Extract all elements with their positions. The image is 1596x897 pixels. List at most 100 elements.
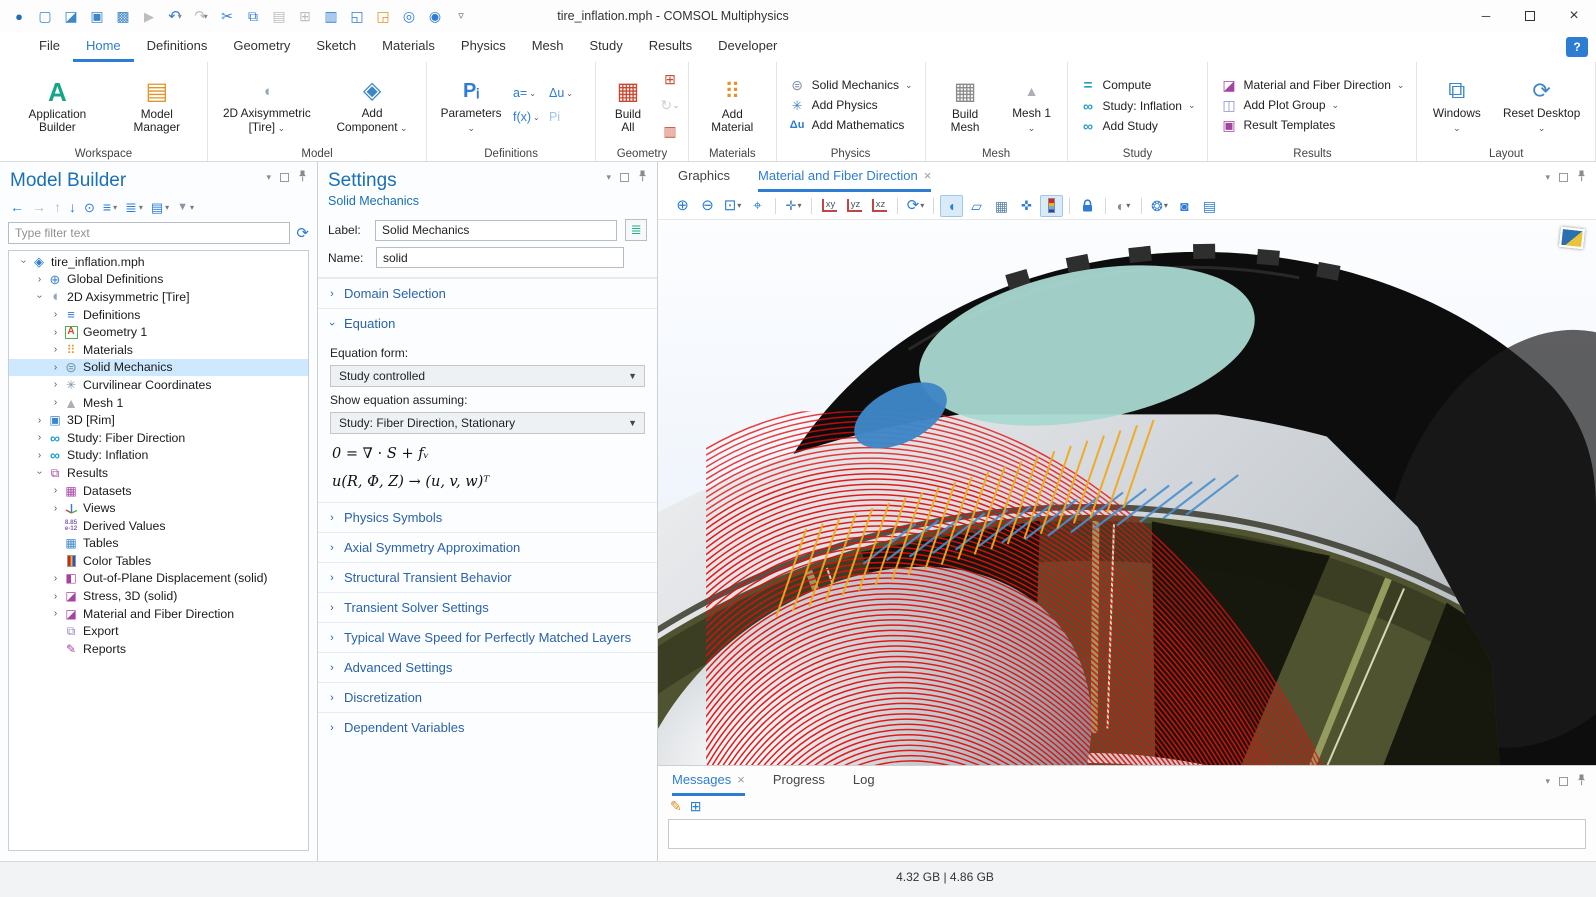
result-templates-button[interactable]: ▣Result Templates [1220, 118, 1404, 132]
add-component-button[interactable]: ◈Add Component ⌄ [323, 73, 421, 137]
messages-log[interactable] [668, 819, 1586, 849]
axis-button[interactable]: ✜ [1015, 195, 1038, 217]
add-plot-group-button[interactable]: ◫Add Plot Group⌄ [1220, 98, 1404, 112]
pin-icon[interactable] [298, 170, 307, 185]
panel-menu-icon[interactable]: ▾ [1545, 172, 1550, 183]
forward-button[interactable]: → [30, 198, 48, 216]
variables-button[interactable]: a=⌄ [513, 81, 549, 105]
parameter-case-button[interactable]: Pi [549, 105, 589, 129]
zoom-extents-button[interactable]: ⌖ [746, 195, 769, 217]
clear-button[interactable]: ✎ [670, 799, 682, 814]
view-xy-button[interactable]: xy [818, 195, 841, 217]
tree-item-study-inflation[interactable]: ›∞Study: Inflation [9, 447, 308, 465]
tree-item-geometry-1[interactable]: ›AGeometry 1 [9, 323, 308, 341]
view-yz-button[interactable]: yz [843, 195, 866, 217]
cut-button[interactable]: ✂ [214, 4, 240, 28]
equation-form-select[interactable]: Study controlled▼ [330, 365, 645, 387]
view-xz-button[interactable]: xz [868, 195, 891, 217]
section-physics-symbols[interactable]: ›Physics Symbols [318, 502, 657, 532]
environment-button[interactable]: ◐▾ [1112, 195, 1135, 217]
tree-item-curvilinear-coordinates[interactable]: ›✳Curvilinear Coordinates [9, 376, 308, 394]
menu-tab-file[interactable]: File [26, 32, 73, 62]
toolbar-overflow-button[interactable]: ▿ [448, 4, 474, 28]
print-button[interactable]: ▤ [1198, 195, 1221, 217]
transparency-button[interactable]: ▱ [965, 195, 988, 217]
back-button[interactable]: ← [8, 198, 26, 216]
redo-button[interactable]: ↷▾ [188, 4, 214, 28]
tree-item-export[interactable]: ⧉Export [9, 622, 308, 640]
default-view-button[interactable]: ✛▾ [782, 195, 805, 217]
section-typical-wave-speed-for-perfectly-matched-layers[interactable]: ›Typical Wave Speed for Perfectly Matche… [318, 622, 657, 652]
material-and-fiber-direction-button[interactable]: ◪Material and Fiber Direction⌄ [1220, 78, 1404, 92]
tree-item-definitions[interactable]: ›≡Definitions [9, 306, 308, 324]
menu-tab-results[interactable]: Results [636, 32, 705, 62]
label-input[interactable] [375, 220, 617, 241]
section-axial-symmetry-approximation[interactable]: ›Axial Symmetry Approximation [318, 532, 657, 562]
tree-item-derived-values[interactable]: 8.85e-12Derived Values [9, 517, 308, 535]
help-button[interactable]: ? [1566, 37, 1588, 57]
graphics-tab-material-and-fiber-direction[interactable]: Material and Fiber Direction× [758, 162, 931, 192]
menu-tab-developer[interactable]: Developer [705, 32, 790, 62]
float-icon[interactable] [1559, 777, 1568, 786]
section-advanced-settings[interactable]: ›Advanced Settings [318, 652, 657, 682]
plot-thumbnail-icon[interactable] [1559, 227, 1585, 249]
menu-tab-materials[interactable]: Materials [369, 32, 448, 62]
node-display-button[interactable]: ▤▾ [149, 198, 171, 216]
duplicate-button[interactable]: ⊞ [292, 4, 318, 28]
tree-item-mesh-1[interactable]: ›▲Mesh 1 [9, 394, 308, 412]
float-icon[interactable] [620, 173, 629, 182]
pin-icon[interactable] [1577, 774, 1586, 789]
add-physics-button[interactable]: ✳Add Physics [789, 98, 913, 112]
tree-item-2d-axisymmetric-tire-[interactable]: ›◖2D Axisymmetric [Tire] [9, 288, 308, 306]
collapse-all-button[interactable]: ≡▾ [101, 198, 119, 216]
pin-icon[interactable] [1577, 170, 1586, 185]
toggle-model-tree-button[interactable]: ⊙ [82, 198, 97, 216]
menu-tab-definitions[interactable]: Definitions [134, 32, 221, 62]
expand-all-button[interactable]: ≣▾ [123, 198, 145, 216]
tree-item-materials[interactable]: ›⠿Materials [9, 341, 308, 359]
maximize-button[interactable] [1508, 0, 1552, 32]
search-button[interactable]: ◉ [422, 4, 448, 28]
section-structural-transient-behavior[interactable]: ›Structural Transient Behavior [318, 562, 657, 592]
add-mathematics-button[interactable]: ΔuAdd Mathematics [789, 118, 913, 132]
refresh-icon[interactable]: ⟳ [296, 226, 309, 241]
zoom-in-button[interactable]: ⊕ [671, 195, 694, 217]
panel-menu-icon[interactable]: ▾ [1545, 776, 1550, 787]
undo-button[interactable]: ↶▾ [162, 4, 188, 28]
close-tab-icon[interactable]: × [924, 168, 932, 183]
tree-item-material-and-fiber-direction[interactable]: ›◪Material and Fiber Direction [9, 605, 308, 623]
tree-item-tire-inflation-mph[interactable]: ›◈tire_inflation.mph [9, 253, 308, 271]
zoom-selected-button[interactable]: ◎ [396, 4, 422, 28]
tree-filter-input[interactable] [8, 222, 290, 244]
panel-menu-icon[interactable]: ▾ [606, 172, 611, 183]
tree-item-study-fiber-direction[interactable]: ›∞Study: Fiber Direction [9, 429, 308, 447]
save-button[interactable]: ▣ [84, 4, 110, 28]
tree-item-reports[interactable]: ✎Reports [9, 640, 308, 658]
tree-item-tables[interactable]: ▦Tables [9, 535, 308, 553]
lock-button[interactable] [1076, 195, 1099, 217]
zoom-out-button[interactable]: ⊖ [696, 195, 719, 217]
tree-item-results[interactable]: ›⧉Results [9, 464, 308, 482]
messages-tab-log[interactable]: Log [853, 766, 875, 796]
menu-tab-study[interactable]: Study [577, 32, 636, 62]
study-inflation-button[interactable]: ∞Study: Inflation⌄ [1080, 99, 1196, 113]
2d-axisymmetric-tire--button[interactable]: ◖2D Axisymmetric [Tire] ⌄ [213, 73, 321, 137]
open-button[interactable]: ◪ [58, 4, 84, 28]
new-button[interactable]: ▢ [32, 4, 58, 28]
update-geometry-button[interactable]: ↻⌄ [658, 94, 682, 116]
tree-item-out-of-plane-displacement-solid-[interactable]: ›◧Out-of-Plane Displacement (solid) [9, 570, 308, 588]
save-as-button[interactable]: ▩ [110, 4, 136, 28]
move-up-button[interactable]: ↑ [52, 198, 63, 216]
menu-tab-physics[interactable]: Physics [448, 32, 519, 62]
section-discretization[interactable]: ›Discretization [318, 682, 657, 712]
menu-tab-sketch[interactable]: Sketch [303, 32, 369, 62]
messages-tab-messages[interactable]: Messages× [672, 766, 745, 796]
section-domain-selection[interactable]: ›Domain Selection [318, 278, 657, 308]
section-dependent-variables[interactable]: ›Dependent Variables [318, 712, 657, 742]
paste-button[interactable]: ▤ [266, 4, 292, 28]
messages-tab-progress[interactable]: Progress [773, 766, 825, 796]
minimize-button[interactable]: ─ [1464, 0, 1508, 32]
color-legend-button[interactable] [1040, 195, 1063, 217]
rename-icon[interactable]: ≣ [625, 219, 647, 241]
move-down-button[interactable]: ↓ [67, 198, 78, 216]
